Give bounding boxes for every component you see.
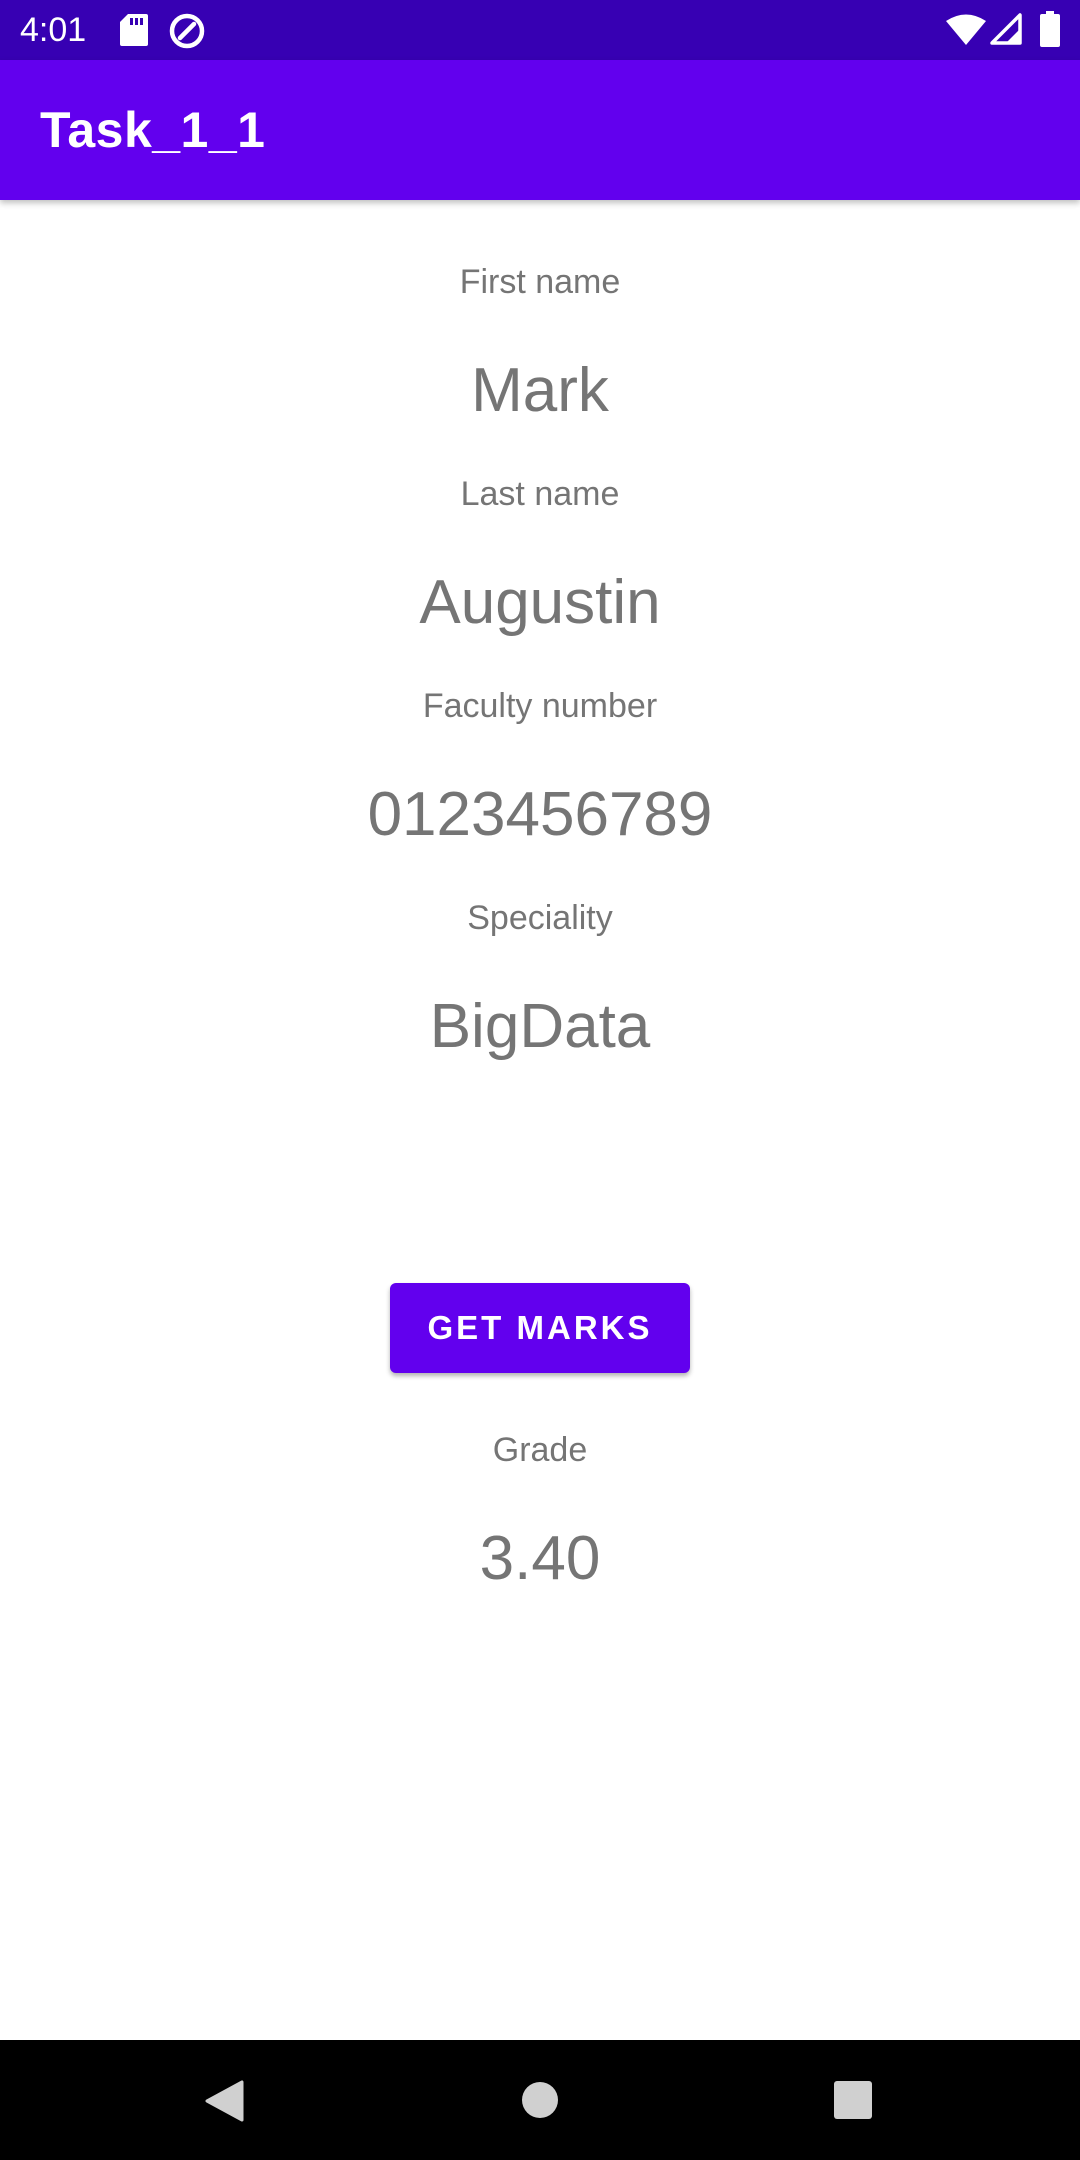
speciality-value: BigData bbox=[429, 992, 651, 1061]
sd-card-icon bbox=[120, 14, 148, 46]
faculty-number-label: Faculty number bbox=[422, 687, 658, 725]
get-marks-button[interactable]: GET MARKS bbox=[390, 1283, 690, 1373]
app-bar: Task_1_1 bbox=[0, 60, 1080, 200]
last-name-value: Augustin bbox=[419, 568, 661, 637]
first-name-value: Mark bbox=[471, 356, 609, 425]
data-saver-icon bbox=[169, 13, 205, 49]
status-time: 4:01 bbox=[20, 11, 87, 49]
back-icon[interactable] bbox=[204, 2080, 244, 2122]
grade-label: Grade bbox=[492, 1431, 588, 1469]
home-icon[interactable] bbox=[521, 2081, 559, 2119]
last-name-label: Last name bbox=[460, 475, 620, 513]
first-name-label: First name bbox=[459, 263, 621, 301]
grade-value: 3.40 bbox=[479, 1524, 601, 1593]
recents-icon[interactable] bbox=[834, 2081, 872, 2119]
system-navigation-bar bbox=[0, 2040, 1080, 2160]
student-details: First name Mark Last name Augustin Facul… bbox=[0, 200, 1080, 2040]
wifi-icon bbox=[946, 14, 986, 45]
battery-icon bbox=[1040, 11, 1060, 47]
cellular-signal-icon bbox=[990, 13, 1022, 45]
speciality-label: Speciality bbox=[467, 899, 613, 937]
faculty-number-value: 0123456789 bbox=[367, 780, 713, 849]
status-bar: 4:01 bbox=[0, 0, 1080, 60]
app-title: Task_1_1 bbox=[40, 102, 266, 158]
